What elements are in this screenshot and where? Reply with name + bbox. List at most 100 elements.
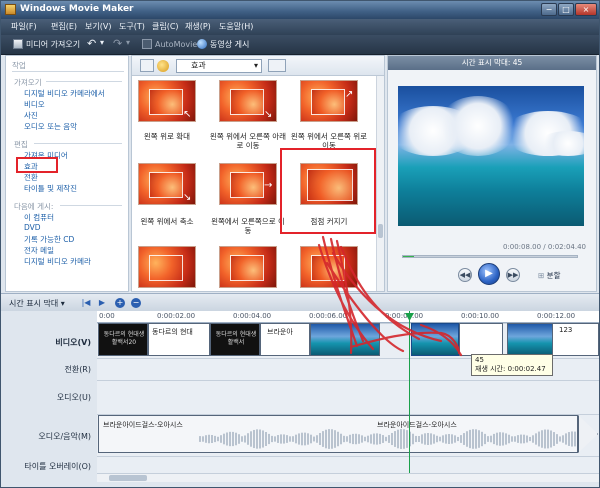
publish-icon: [197, 39, 207, 49]
next-frame-button[interactable]: ▶▶: [506, 268, 520, 282]
task-titles-credits[interactable]: 타이틀 및 제작진: [24, 183, 77, 194]
maximize-button[interactable]: □: [558, 3, 574, 16]
task-from-camera[interactable]: 디지털 비디오 카메라에서: [24, 88, 105, 99]
video-clip[interactable]: 123: [553, 323, 599, 356]
waveform-bar: [280, 434, 282, 444]
task-publish-camera[interactable]: 디지털 비디오 카메라: [24, 256, 91, 267]
video-clip-selected[interactable]: [411, 323, 459, 356]
video-clip[interactable]: [507, 323, 553, 356]
zoom-in-icon[interactable]: +: [115, 298, 125, 308]
waveform-bar: [448, 434, 450, 444]
waveform-bar: [220, 435, 222, 443]
effect-tile[interactable]: [300, 246, 358, 288]
minimize-button[interactable]: −: [541, 3, 557, 16]
close-button[interactable]: ×: [575, 3, 597, 16]
waveform-bar: [487, 436, 489, 442]
waveform-bar: [373, 433, 375, 445]
video-clip[interactable]: 동다르의 현대: [148, 323, 210, 356]
waveform-bar: [457, 436, 459, 442]
menu-file[interactable]: 파일(F): [11, 21, 37, 32]
waveform-bar: [343, 435, 345, 443]
playhead[interactable]: [409, 311, 410, 473]
split-button[interactable]: ⊞ 분할: [538, 270, 560, 281]
publish-movie-button[interactable]: 동영상 게시: [197, 39, 249, 50]
waveform-bar: [229, 431, 231, 447]
task-publish-cd[interactable]: 기록 가능한 CD: [24, 234, 74, 245]
waveform-bar: [490, 435, 492, 443]
redo-dropdown-icon[interactable]: ▾: [126, 38, 130, 47]
menu-help[interactable]: 도움말(H): [219, 21, 253, 32]
scroll-thumb[interactable]: [109, 475, 147, 481]
chevron-down-icon: ▾: [253, 61, 258, 70]
waveform-bar: [454, 435, 456, 443]
effect-tile[interactable]: [219, 246, 277, 288]
undo-dropdown-icon[interactable]: ▾: [100, 38, 104, 47]
waveform-bar: [355, 433, 357, 445]
waveform-bar: [559, 436, 561, 442]
seek-bar[interactable]: [402, 255, 578, 258]
task-import-photos[interactable]: 사진: [24, 110, 38, 121]
menu-play[interactable]: 재생(P): [185, 21, 211, 32]
collection-dropdown[interactable]: 효과 ▾: [176, 59, 262, 73]
video-clip[interactable]: 동다르의 현대생활백서20: [98, 323, 148, 356]
timeline-scrollbar[interactable]: [97, 473, 599, 482]
menu-clip[interactable]: 클립(C): [152, 21, 179, 32]
video-clip[interactable]: [310, 323, 380, 356]
automovie-button[interactable]: AutoMovie: [142, 39, 197, 49]
task-import-audio[interactable]: 오디오 또는 음악: [24, 121, 77, 132]
menu-tools[interactable]: 도구(T): [119, 21, 145, 32]
task-publish-computer[interactable]: 이 컴퓨터: [24, 212, 54, 223]
previous-frame-button[interactable]: ◀◀: [458, 268, 472, 282]
waveform-bar: [349, 434, 351, 444]
waveform-bar: [406, 430, 408, 448]
video-clip[interactable]: 브라운아: [260, 323, 310, 356]
collections-icon[interactable]: [157, 60, 169, 72]
task-transitions[interactable]: 전환: [24, 172, 38, 183]
effect-tile[interactable]: ↖: [138, 80, 196, 122]
waveform-bar: [295, 434, 297, 444]
waveform-bar: [301, 432, 303, 446]
waveform-bar: [433, 434, 435, 444]
waveform-bar: [421, 434, 423, 444]
ruler-tick: 0:00:06.00: [309, 312, 348, 320]
play-button[interactable]: ▶: [478, 263, 500, 285]
play-timeline-icon[interactable]: ▶: [97, 298, 107, 308]
video-clip[interactable]: 동다르의 현대생활백서: [210, 323, 260, 356]
waveform-bar: [538, 431, 540, 447]
scroll-thumb[interactable]: [378, 224, 383, 238]
waveform-bar: [511, 436, 513, 442]
waveform-bar: [517, 435, 519, 443]
redo-icon[interactable]: ↷: [113, 37, 122, 50]
effect-tile[interactable]: [138, 246, 196, 288]
task-import-video[interactable]: 비디오: [24, 99, 45, 110]
timeline-ruler: 0:00 0:00:02.00 0:00:04.00 0:00:06.00 0:…: [97, 311, 599, 323]
import-media-button[interactable]: 미디어 가져오기: [13, 39, 80, 50]
view-toggle-button[interactable]: [140, 59, 154, 72]
waveform-bar: [367, 435, 369, 443]
waveform-bar: [541, 430, 543, 448]
menu-edit[interactable]: 편집(E): [51, 21, 77, 32]
waveform-bar: [223, 433, 225, 445]
waveform-bar: [523, 434, 525, 444]
task-publish-email[interactable]: 전자 메일: [24, 245, 54, 256]
sort-button[interactable]: [268, 59, 286, 72]
effect-tile[interactable]: ↘: [219, 80, 277, 122]
rewind-timeline-icon[interactable]: |◀: [81, 298, 91, 308]
zoom-out-icon[interactable]: −: [131, 298, 141, 308]
task-publish-dvd[interactable]: DVD: [24, 223, 41, 232]
effect-tile[interactable]: ↗: [300, 80, 358, 122]
effect-tile[interactable]: ↘: [138, 163, 196, 205]
timeline-view-dropdown[interactable]: 시간 표시 막대 ▾: [9, 298, 65, 309]
undo-icon[interactable]: ↶: [87, 37, 96, 50]
waveform-bar: [325, 429, 327, 449]
waveform-bar: [244, 435, 246, 443]
music-clip[interactable]: 브라운아이드걸스-오아시스 브라운아이드걸스-오아시스: [98, 415, 578, 453]
collection-scrollbar[interactable]: [376, 76, 384, 291]
menu-view[interactable]: 보기(V): [85, 21, 111, 32]
effect-tile[interactable]: →: [219, 163, 277, 205]
video-clip[interactable]: [459, 323, 503, 356]
waveform-bar: [316, 435, 318, 443]
waveform-bar: [286, 435, 288, 443]
waveform-bar: [358, 434, 360, 444]
waveform-bar: [238, 434, 240, 444]
